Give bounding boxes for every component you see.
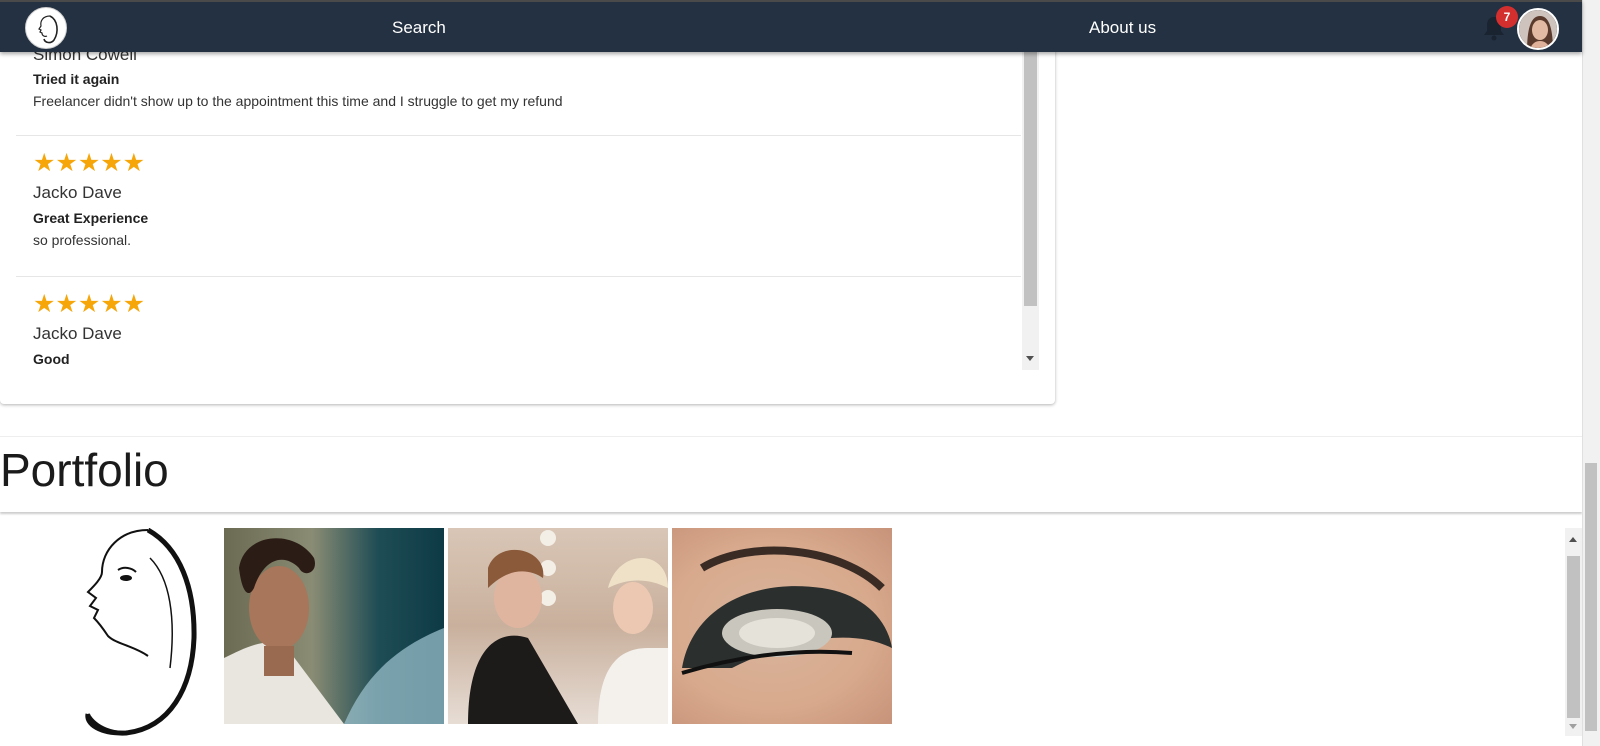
review-item: Simon Cowell Tried it again Freelancer d… [16, 40, 1021, 136]
brand-logo[interactable] [25, 7, 67, 49]
user-avatar[interactable] [1517, 8, 1559, 50]
review-text: Freelancer didn't show up to the appoint… [33, 93, 563, 109]
portfolio-title: Portfolio [0, 444, 169, 496]
gallery-scrollbar-thumb[interactable] [1567, 556, 1580, 718]
reviews-card: Simon Cowell Tried it again Freelancer d… [0, 40, 1055, 404]
review-text: so professional. [33, 232, 132, 248]
review-title: Tried it again [33, 71, 120, 87]
scroll-up-arrow-icon[interactable] [1569, 537, 1577, 542]
portfolio-gallery [0, 528, 1582, 738]
scroll-down-arrow-icon[interactable] [1569, 724, 1577, 729]
portfolio-image-makeup-artist[interactable] [448, 528, 668, 724]
notification-count-badge: 7 [1496, 6, 1518, 28]
face-logo-icon [38, 15, 58, 44]
review-title: Good [33, 351, 70, 367]
nav-search-link[interactable]: Search [392, 18, 446, 38]
reviewer-name: Jacko Dave [33, 183, 122, 202]
review-title: Great Experience [33, 210, 149, 226]
top-navbar: Search About us 7 [0, 0, 1582, 52]
page-scrollbar-thumb[interactable] [1585, 463, 1597, 731]
star-rating-icon: ★★★★★ [33, 290, 146, 318]
portfolio-section-header: Portfolio [0, 436, 1582, 512]
reviews-scrollbar-thumb[interactable] [1024, 40, 1037, 306]
review-item: ★★★★★ Jacko Dave Great Experience so pro… [16, 136, 1021, 277]
review-item: ★★★★★ Jacko Dave Good [16, 277, 1021, 370]
portfolio-logo-image[interactable] [30, 528, 220, 738]
star-rating-icon: ★★★★★ [33, 149, 146, 177]
portfolio-image-smoky-eye[interactable] [672, 528, 892, 724]
nav-about-link[interactable]: About us [1089, 18, 1156, 38]
reviewer-name: Jacko Dave [33, 324, 122, 343]
scroll-down-arrow-icon[interactable] [1026, 356, 1034, 361]
reviews-list[interactable]: Simon Cowell Tried it again Freelancer d… [16, 40, 1038, 370]
portfolio-image-bride[interactable] [224, 528, 444, 724]
